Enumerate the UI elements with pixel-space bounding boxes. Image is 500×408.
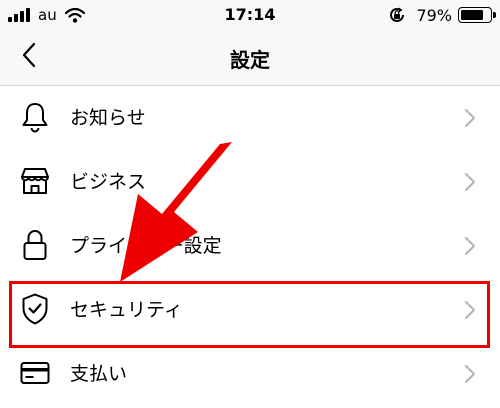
battery-fill xyxy=(461,10,484,20)
navigation-bar: 設定 xyxy=(0,30,500,86)
top-bar: au 17:14 79% 設定 xyxy=(0,0,500,86)
storefront-icon xyxy=(18,164,52,198)
settings-list: お知らせ ビジネス プライバシー設定 セキュリティ 支払い xyxy=(0,86,500,406)
chevron-right-icon xyxy=(465,173,475,191)
settings-item-label: 支払い xyxy=(70,363,128,385)
settings-item-label: ビジネス xyxy=(70,171,147,193)
rotation-lock-icon xyxy=(390,7,405,22)
settings-item-privacy[interactable]: プライバシー設定 xyxy=(0,214,500,278)
status-right: 79% xyxy=(388,5,496,25)
bell-icon xyxy=(18,100,52,134)
settings-item-business[interactable]: ビジネス xyxy=(0,150,500,214)
security-highlight-box xyxy=(9,281,490,348)
page-title: 設定 xyxy=(230,48,270,72)
settings-item-label: プライバシー設定 xyxy=(70,235,222,257)
settings-item-label: お知らせ xyxy=(70,107,146,129)
settings-item-notifications[interactable]: お知らせ xyxy=(0,86,500,150)
battery-icon xyxy=(458,7,496,23)
chevron-right-icon xyxy=(465,237,475,255)
status-bar: au 17:14 79% xyxy=(0,0,500,30)
chevron-right-icon xyxy=(465,109,475,127)
chevron-right-icon xyxy=(465,365,475,383)
battery-percent: 79% xyxy=(416,5,452,25)
settings-item-payments[interactable]: 支払い xyxy=(0,342,500,406)
credit-card-icon xyxy=(18,356,52,390)
lock-icon xyxy=(18,228,52,262)
